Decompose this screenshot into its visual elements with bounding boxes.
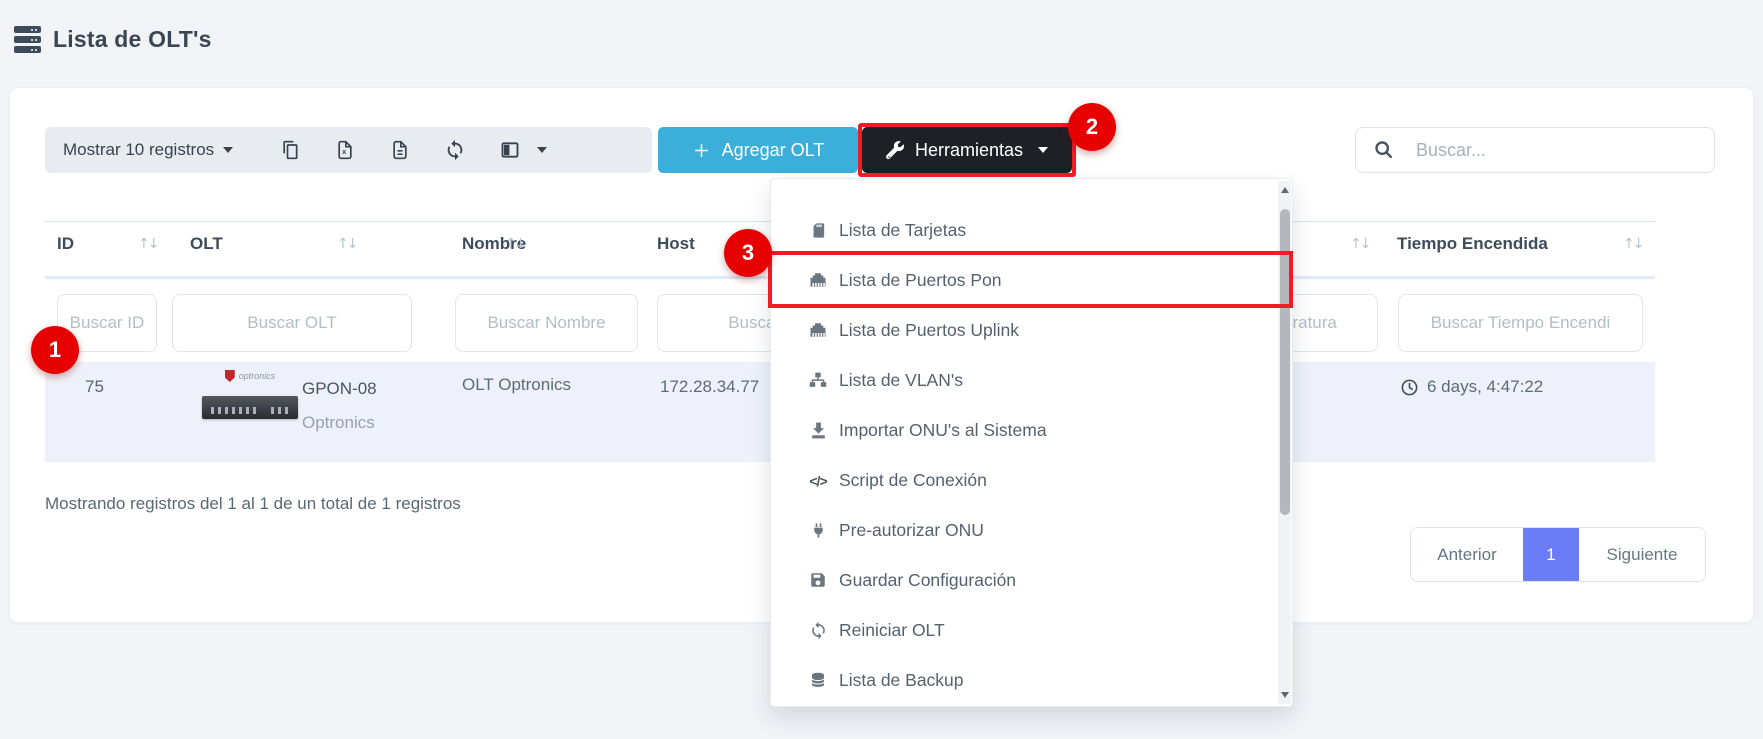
scroll-up-icon[interactable] <box>1281 187 1289 193</box>
page-title: Lista de OLT's <box>53 26 212 53</box>
sort-icon[interactable] <box>1623 236 1642 252</box>
step-annotation-2: 2 <box>1068 103 1116 151</box>
code-icon <box>807 469 829 491</box>
table-toolbar: Mostrar 10 registros x <box>45 127 652 173</box>
cell-olt-vendor: Optronics <box>302 413 375 433</box>
cell-host: 172.28.34.77 <box>660 377 759 397</box>
menu-item-label: Lista de Tarjetas <box>839 220 966 241</box>
refresh-icon <box>807 619 829 641</box>
filter-tiempo-input[interactable] <box>1398 294 1643 352</box>
page-length-label: Mostrar 10 registros <box>63 140 214 160</box>
menu-item-lista-de-puertos-uplink[interactable]: Lista de Puertos Uplink <box>771 305 1292 355</box>
plug-icon <box>807 519 829 541</box>
step-annotation-1: 1 <box>31 326 79 374</box>
ethernet-port-icon <box>807 319 829 341</box>
brand-logo-text: optronics <box>239 371 276 381</box>
highlight-box-herramientas <box>858 123 1076 177</box>
menu-item-importar-onus[interactable]: Importar ONU's al Sistema <box>771 405 1292 455</box>
menu-item-label: Guardar Configuración <box>839 570 1016 591</box>
search-input[interactable] <box>1414 139 1678 162</box>
sort-icon[interactable] <box>138 236 157 252</box>
sort-icon[interactable] <box>337 236 356 252</box>
search-icon <box>1373 139 1395 161</box>
menu-item-label: Pre-autorizar ONU <box>839 520 984 541</box>
search-box <box>1355 127 1715 173</box>
pagination-current-page[interactable]: 1 <box>1523 528 1579 581</box>
sort-icon[interactable] <box>505 236 524 252</box>
brand-shield-icon <box>225 370 235 382</box>
download-icon <box>807 419 829 441</box>
rack-device-image <box>202 396 298 419</box>
menu-item-script-de-conexion[interactable]: Script de Conexión <box>771 455 1292 505</box>
sort-icon[interactable] <box>1350 236 1369 252</box>
copy-icon[interactable] <box>279 139 301 161</box>
pagination: Anterior 1 Siguiente <box>1410 527 1706 582</box>
cell-id: 75 <box>85 377 104 397</box>
olt-list-page: Lista de OLT's Mostrar 10 registros x <box>0 0 1763 739</box>
menu-item-label: Lista de VLAN's <box>839 370 963 391</box>
menu-item-label: Lista de Puertos Uplink <box>839 320 1019 341</box>
filter-nombre-input[interactable] <box>455 294 638 352</box>
menu-item-lista-de-tarjetas[interactable]: Lista de Tarjetas <box>771 205 1292 255</box>
reload-table-icon[interactable] <box>444 139 466 161</box>
scroll-down-icon[interactable] <box>1281 692 1289 698</box>
menu-item-guardar-configuracion[interactable]: Guardar Configuración <box>771 555 1292 605</box>
export-excel-icon[interactable]: x <box>334 139 356 161</box>
menu-item-lista-de-vlans[interactable]: Lista de VLAN's <box>771 355 1292 405</box>
menu-item-pre-autorizar-onu[interactable]: Pre-autorizar ONU <box>771 505 1292 555</box>
server-icon <box>14 26 41 53</box>
cell-nombre: OLT Optronics <box>462 375 571 395</box>
menu-item-label: Script de Conexión <box>839 470 987 491</box>
menu-item-reiniciar-olt[interactable]: Reiniciar OLT <box>771 605 1292 655</box>
menu-item-label: Lista de Backup <box>839 670 964 691</box>
olt-device-image: optronics <box>202 369 298 419</box>
add-olt-button[interactable]: Agregar OLT <box>658 127 858 173</box>
pagination-previous-button[interactable]: Anterior <box>1411 528 1523 581</box>
page-length-select[interactable]: Mostrar 10 registros <box>63 140 233 160</box>
cell-olt-model: GPON-08 <box>302 379 377 399</box>
column-header-host[interactable]: Host <box>657 234 695 254</box>
pagination-next-button[interactable]: Siguiente <box>1579 528 1705 581</box>
highlight-box-puertos-pon <box>768 251 1293 308</box>
menu-item-label: Importar ONU's al Sistema <box>839 420 1047 441</box>
step-annotation-3: 3 <box>724 229 772 277</box>
column-header-olt[interactable]: OLT <box>190 234 223 254</box>
sd-card-icon <box>807 219 829 241</box>
filter-olt-input[interactable] <box>172 294 412 352</box>
plus-icon <box>692 141 711 160</box>
column-header-id[interactable]: ID <box>57 234 74 254</box>
chevron-down-icon <box>223 147 233 153</box>
database-icon <box>807 669 829 691</box>
table-summary: Mostrando registros del 1 al 1 de un tot… <box>45 494 461 514</box>
save-icon <box>807 569 829 591</box>
page-header: Lista de OLT's <box>14 26 212 53</box>
cell-tiempo-encendida: 6 days, 4:47:22 <box>1400 377 1543 397</box>
add-olt-label: Agregar OLT <box>722 140 825 161</box>
column-header-tiempo-encendida[interactable]: Tiempo Encendida <box>1397 234 1548 254</box>
export-file-icon[interactable] <box>389 139 411 161</box>
uptime-value: 6 days, 4:47:22 <box>1427 377 1543 397</box>
column-visibility-icon[interactable] <box>499 139 547 161</box>
network-sitemap-icon <box>807 369 829 391</box>
chevron-down-icon <box>537 147 547 153</box>
menu-item-label: Reiniciar OLT <box>839 620 945 641</box>
menu-item-lista-de-backup[interactable]: Lista de Backup <box>771 655 1292 705</box>
clock-icon <box>1400 378 1419 397</box>
svg-text:x: x <box>342 147 347 156</box>
